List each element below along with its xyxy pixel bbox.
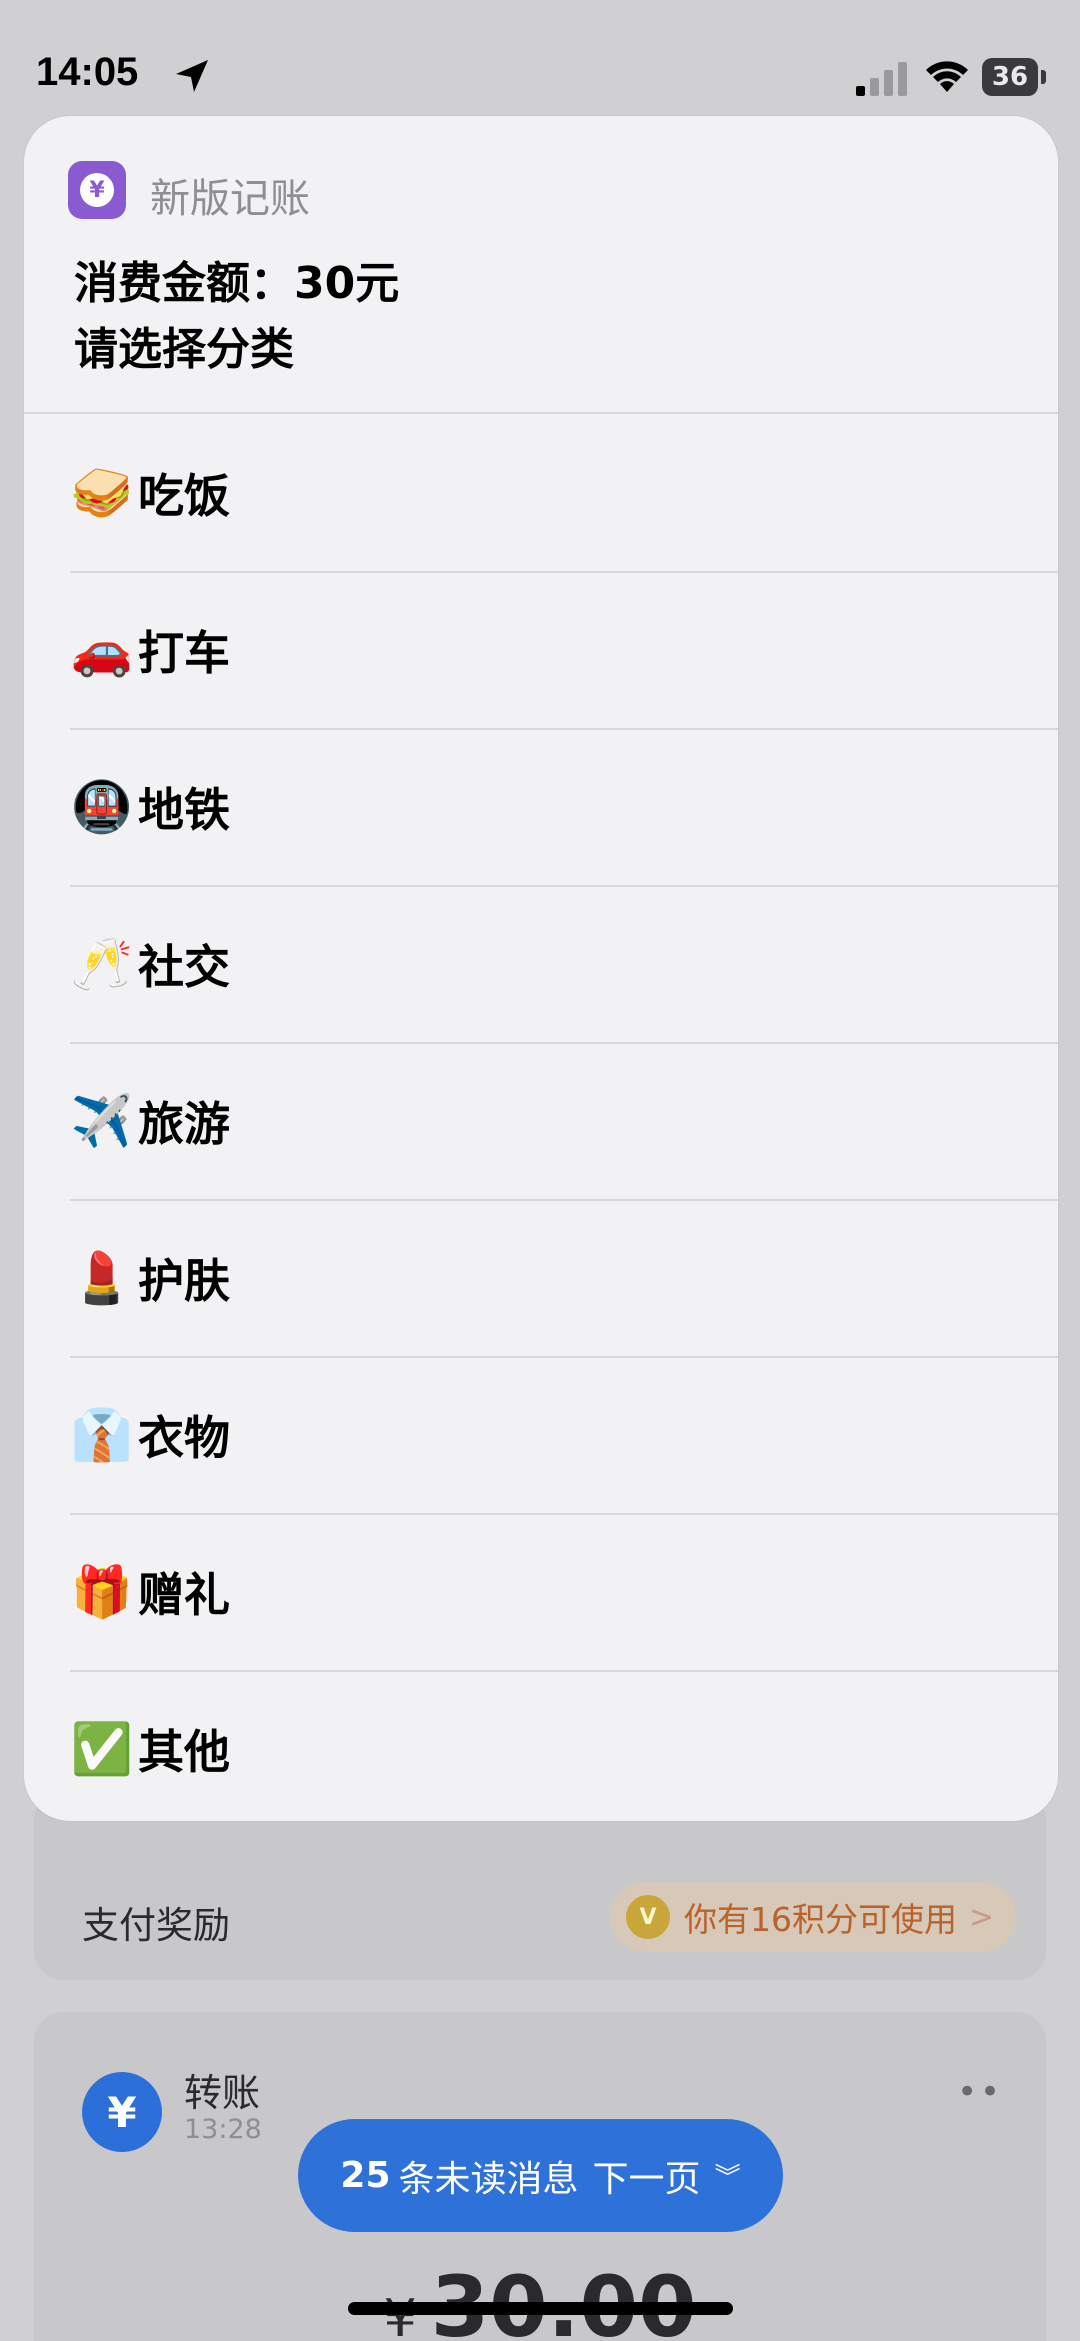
category-label: 衣物 — [138, 1410, 230, 1465]
transfer-time: 13:28 — [184, 2114, 262, 2145]
category-label: 旅游 — [138, 1096, 230, 1151]
category-option-gift[interactable]: 🎁 赠礼 — [24, 1513, 1058, 1670]
status-time: 14:05 — [36, 50, 139, 94]
amount-number: 30 — [294, 258, 356, 309]
category-option-social[interactable]: 🥂 社交 — [24, 885, 1058, 1042]
prompt-text: 消费金额：30元 请选择分类 — [74, 251, 399, 383]
double-chevron-down-icon: ︾ — [714, 2163, 741, 2193]
checkmark-icon: ✅ — [70, 1719, 134, 1778]
unread-messages-button[interactable]: 25 条未读消息 下一页 ︾ — [298, 2119, 783, 2232]
category-label: 地铁 — [138, 782, 230, 837]
home-indicator[interactable] — [348, 2302, 733, 2315]
shirt-tie-icon: 👔 — [70, 1405, 134, 1464]
amount-value: 30.00 — [430, 2258, 697, 2341]
sandwich-icon: 🥪 — [70, 463, 134, 522]
transfer-yen-icon: ¥ — [82, 2072, 162, 2152]
more-options-icon[interactable]: • • — [957, 2072, 1000, 2112]
category-option-subway[interactable]: 🚇 地铁 — [24, 728, 1058, 885]
transfer-title: 转账 — [184, 2071, 261, 2115]
champagne-icon: 🥂 — [70, 934, 134, 993]
yen-icon: ¥ — [80, 173, 114, 207]
select-category-line: 请选择分类 — [74, 324, 294, 375]
wifi-icon — [926, 61, 968, 92]
currency-symbol: ¥ — [383, 2289, 417, 2341]
gift-icon: 🎁 — [70, 1562, 134, 1621]
transfer-amount: ¥30.00 — [0, 2258, 1080, 2341]
app-name: 新版记账 — [150, 176, 310, 222]
next-page-label: 下一页 — [592, 2158, 701, 2200]
category-label: 打车 — [138, 625, 230, 680]
category-option-meal[interactable]: 🥪 吃饭 — [24, 414, 1058, 571]
category-option-travel[interactable]: ✈️ 旅游 — [24, 1042, 1058, 1199]
airplane-icon: ✈️ — [70, 1091, 134, 1150]
reward-points-text: 你有16积分可使用 — [684, 1900, 957, 1939]
reward-points-pill[interactable]: V 你有16积分可使用 > — [610, 1882, 1016, 1952]
category-label: 赠礼 — [138, 1567, 230, 1622]
battery-cap — [1041, 70, 1046, 84]
category-option-other[interactable]: ✅ 其他 — [24, 1670, 1058, 1821]
status-bar: 14:05 36 — [0, 0, 1080, 110]
subway-icon: 🚇 — [70, 777, 134, 836]
cellular-signal-icon — [856, 62, 907, 96]
category-option-taxi[interactable]: 🚗 打车 — [24, 571, 1058, 728]
sheet-header: ¥ 新版记账 消费金额：30元 请选择分类 — [24, 116, 1058, 414]
unread-count: 25 — [340, 2155, 391, 2196]
lipstick-icon: 💄 — [70, 1248, 134, 1307]
category-options-list: 🥪 吃饭 🚗 打车 🚇 地铁 🥂 社交 ✈️ 旅游 💄 护肤 👔 衣物 🎁 赠礼… — [24, 414, 1058, 1821]
chevron-right-icon: > — [969, 1899, 995, 1935]
shortcut-sheet: ¥ 新版记账 消费金额：30元 请选择分类 🥪 吃饭 🚗 打车 🚇 地铁 🥂 社… — [24, 116, 1058, 1821]
location-arrow-icon — [176, 60, 208, 92]
battery-icon: 36 — [982, 58, 1038, 96]
category-option-clothing[interactable]: 👔 衣物 — [24, 1356, 1058, 1513]
category-label: 社交 — [138, 939, 230, 994]
amount-unit: 元 — [355, 258, 400, 309]
category-label: 吃饭 — [138, 468, 230, 523]
coin-icon: V — [626, 1895, 670, 1939]
reward-label: 支付奖励 — [82, 1904, 230, 1947]
category-label: 护肤 — [138, 1253, 230, 1308]
amount-line: 消费金额：30元 — [74, 251, 399, 317]
app-icon: ¥ — [68, 161, 126, 219]
category-option-skincare[interactable]: 💄 护肤 — [24, 1199, 1058, 1356]
unread-text: 条未读消息 — [398, 2158, 579, 2200]
category-label: 其他 — [138, 1724, 230, 1779]
amount-prefix: 消费金额： — [74, 258, 294, 309]
car-icon: 🚗 — [70, 620, 134, 679]
